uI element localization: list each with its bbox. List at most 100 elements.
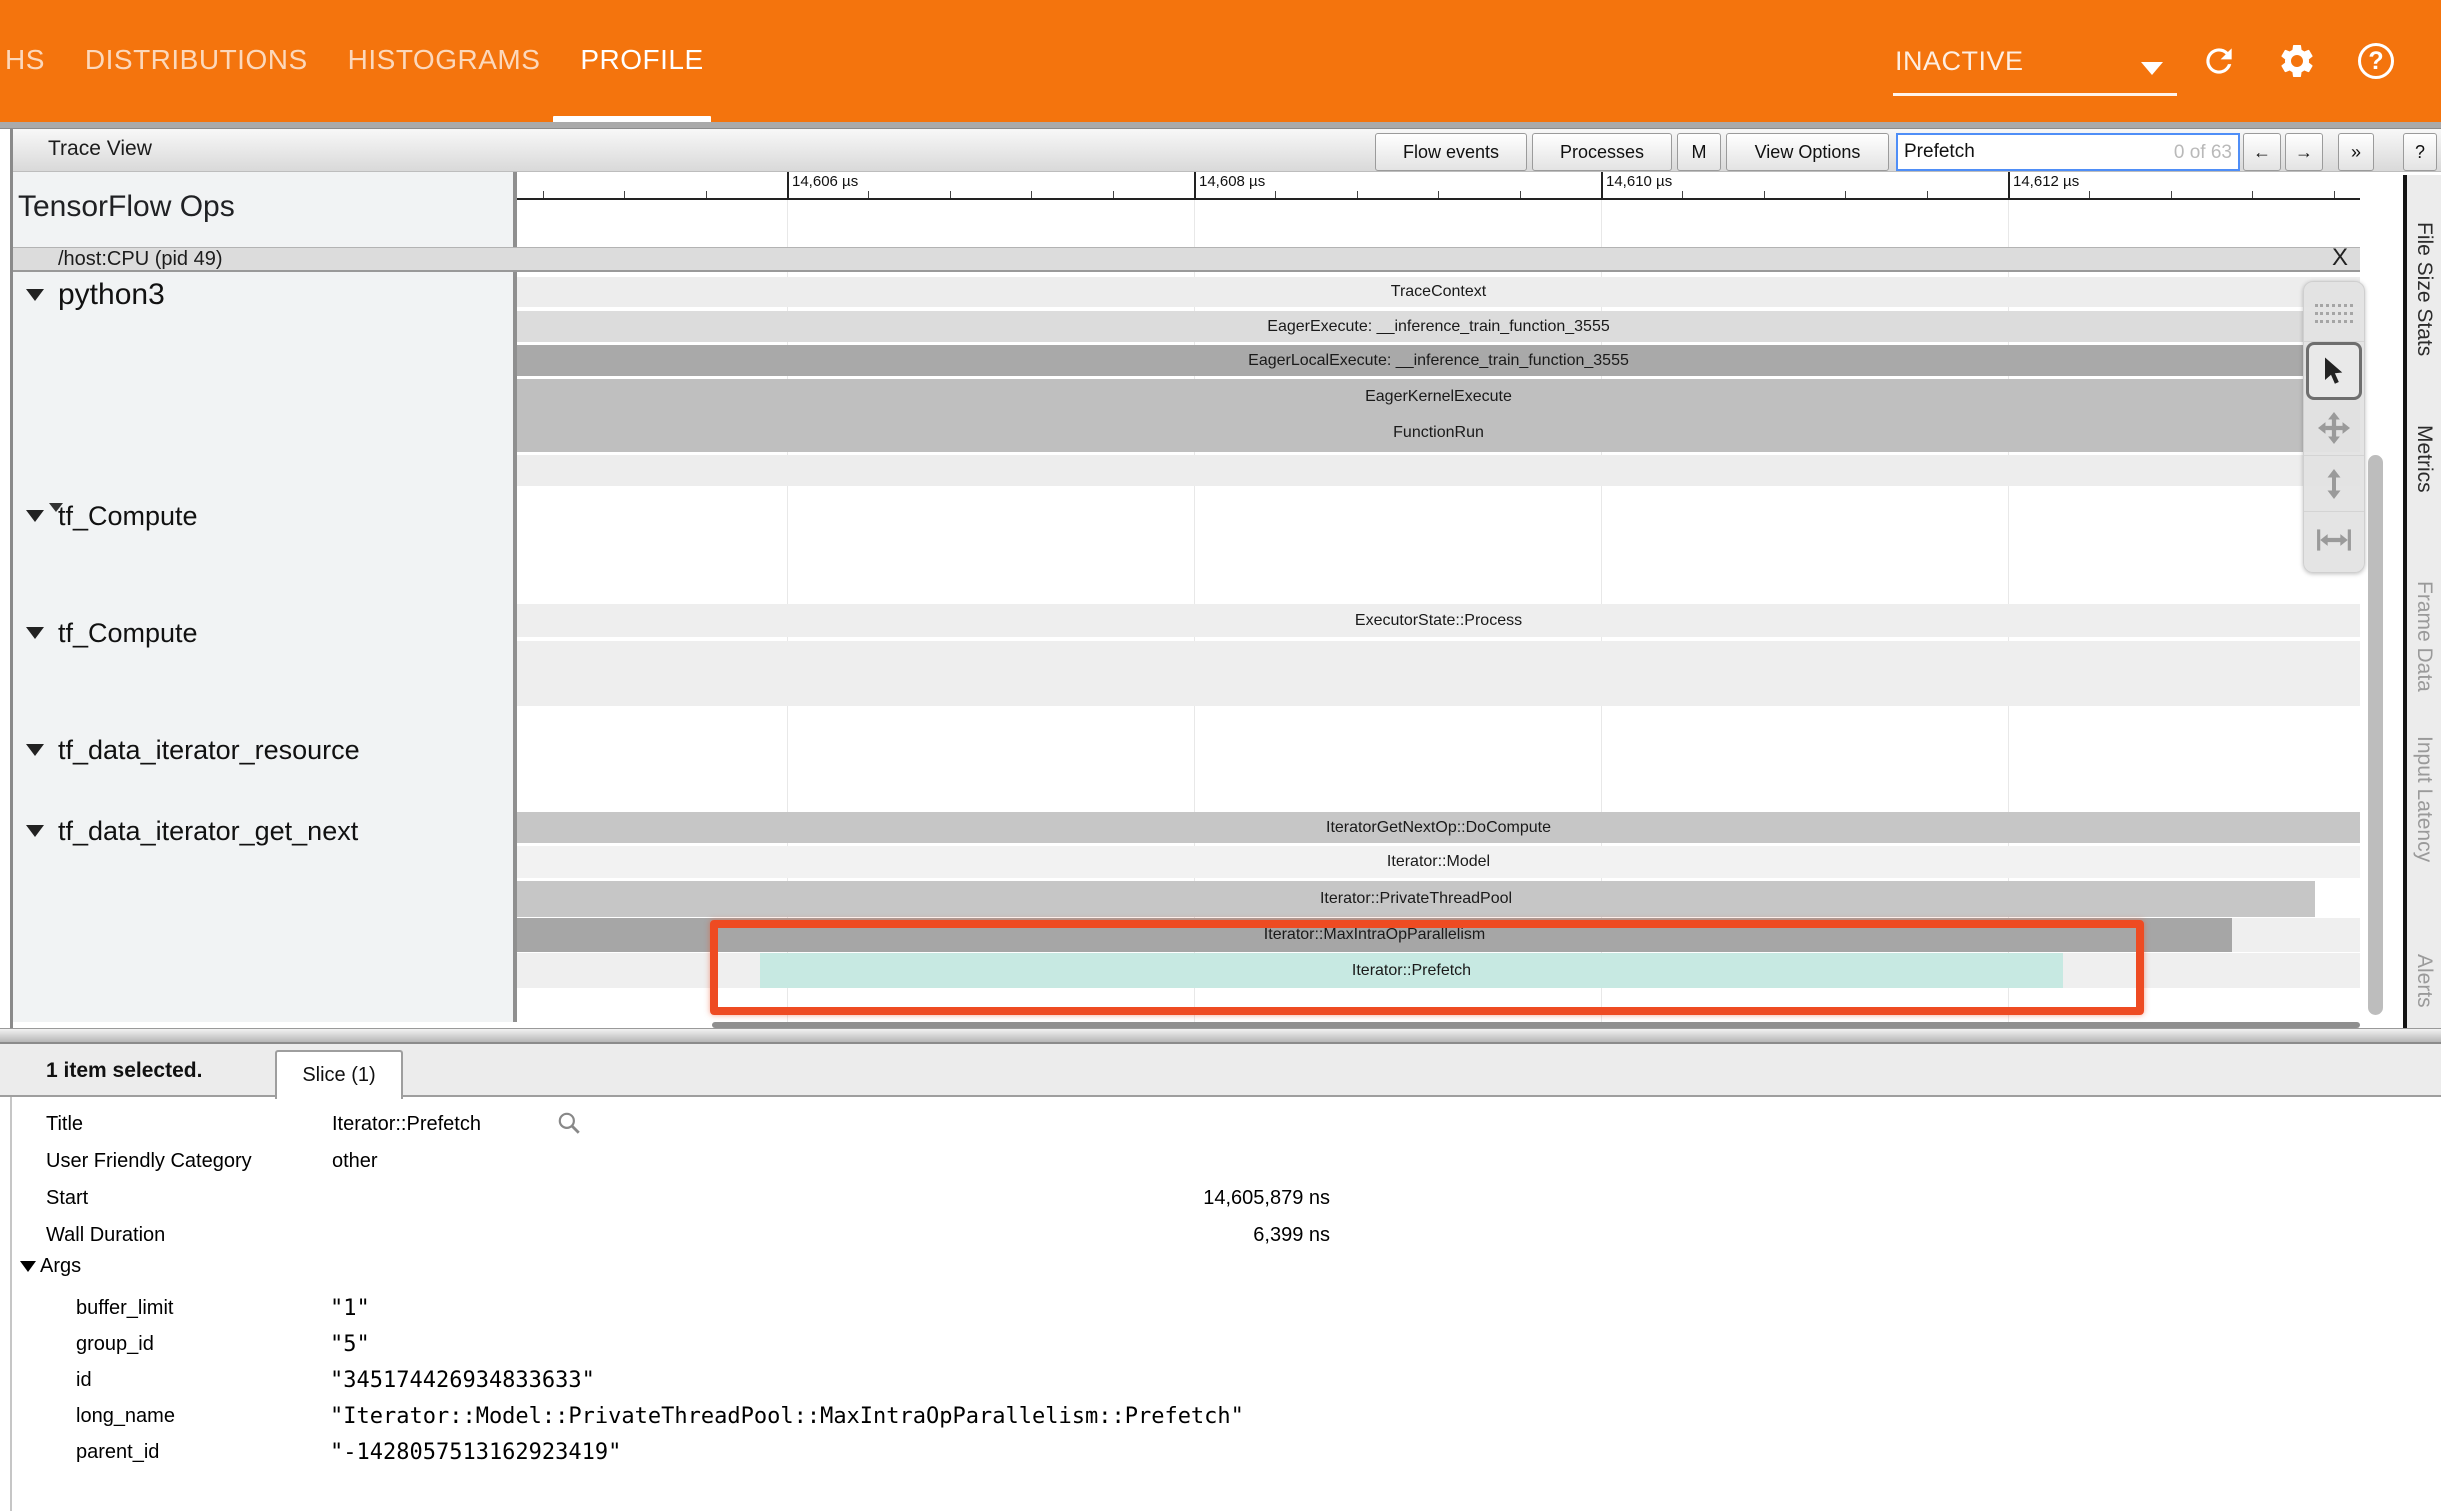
toolbar-button-flow-events[interactable]: Flow events — [1375, 133, 1527, 171]
ruler-tick-minor — [2334, 191, 2335, 198]
trace-event-functionrun[interactable]: FunctionRun — [517, 414, 2360, 452]
collapse-triangle-icon — [26, 627, 44, 639]
trace-help-button[interactable]: ? — [2403, 133, 2437, 171]
detail-label: Wall Duration — [46, 1224, 165, 1247]
sidebar-tab-file-size-stats[interactable]: File Size Stats — [2412, 222, 2436, 356]
refresh-icon[interactable] — [2198, 40, 2240, 82]
arg-key: group_id — [76, 1333, 154, 1356]
close-process-button[interactable]: X — [2332, 244, 2348, 272]
ruler-tick-minor — [1682, 191, 1683, 198]
track-name: tf_data_iterator_get_next — [58, 816, 358, 847]
header-divider — [0, 122, 2441, 129]
collapse-triangle-icon — [26, 744, 44, 756]
arg-value: "5" — [330, 1332, 370, 1357]
vertical-scrollbar[interactable] — [2368, 455, 2383, 1015]
trace-view-title: Trace View — [48, 137, 152, 161]
collapse-triangle-icon — [26, 825, 44, 837]
detail-value: 6,399 ns — [332, 1224, 1330, 1247]
trace-event-executorstate-process[interactable]: ExecutorState::Process — [517, 604, 2360, 637]
ruler-tick-label: 14,610 µs — [1606, 173, 1672, 190]
tool-palette — [2303, 281, 2365, 573]
header-tab-histograms[interactable]: HISTOGRAMS — [348, 44, 541, 76]
ruler-tick-label: 14,608 µs — [1199, 173, 1265, 190]
detail-value: Iterator::Prefetch — [332, 1113, 481, 1136]
arg-value: "Iterator::Model::PrivateThreadPool::Max… — [330, 1404, 1244, 1429]
arg-row-long_name: long_name"Iterator::Model::PrivateThread… — [0, 1398, 2431, 1434]
detail-row-user-friendly-category: User Friendly Category other — [0, 1143, 2431, 1179]
search-box[interactable]: 0 of 63 — [1896, 133, 2240, 171]
detail-label: Start — [46, 1187, 88, 1210]
tool-pan[interactable] — [2304, 400, 2364, 456]
arg-key: parent_id — [76, 1441, 159, 1464]
arg-row-group_id: group_id "5" — [0, 1326, 2431, 1362]
track-name: tf_Compute — [58, 501, 198, 532]
args-header-label: Args — [40, 1255, 81, 1278]
trace-event-label: EagerKernelExecute — [1365, 388, 1512, 406]
tool-timing[interactable] — [2304, 512, 2364, 568]
tool-grip[interactable] — [2304, 286, 2364, 342]
trace-event-label: Iterator::Prefetch — [1352, 962, 1471, 980]
magnifier-icon[interactable] — [556, 1110, 582, 1141]
trace-event-eagerexecute-inference-train-function-3555[interactable]: EagerExecute: __inference_train_function… — [517, 311, 2360, 342]
sidebar-tab-alerts: Alerts — [2412, 954, 2436, 1008]
ruler-baseline — [517, 198, 2360, 200]
search-input[interactable] — [1898, 141, 2148, 163]
trace-event-iterator-maxintraopparallelism[interactable]: Iterator::MaxIntraOpParallelism — [517, 918, 2232, 952]
settings-gear-icon[interactable] — [2276, 40, 2318, 82]
detail-value: other — [332, 1150, 378, 1173]
process-header-label: /host:CPU (pid 49) — [58, 248, 223, 271]
next-result-button[interactable]: → — [2285, 133, 2323, 171]
args-section-header[interactable]: Args — [20, 1255, 81, 1278]
trace-event-label: EagerExecute: __inference_train_function… — [1267, 318, 1609, 336]
trace-event-iteratorgetnextop-docompute[interactable]: IteratorGetNextOp::DoCompute — [517, 812, 2360, 843]
toolbar-button-m[interactable]: M — [1677, 133, 1721, 171]
collapse-triangle-icon — [26, 289, 44, 301]
trace-event-tracecontext[interactable]: TraceContext — [517, 277, 2360, 307]
arg-value: "1" — [330, 1296, 370, 1321]
header-tab-distributions[interactable]: DISTRIBUTIONS — [85, 44, 308, 76]
trace-event-iterator-privatethreadpool[interactable]: Iterator::PrivateThreadPool — [517, 881, 2315, 917]
trace-event-iterator-model[interactable]: Iterator::Model — [517, 846, 2360, 878]
ruler-tick-minor — [1357, 191, 1358, 198]
help-icon[interactable]: ? — [2355, 40, 2397, 82]
header-tab-profile[interactable]: PROFILE — [580, 44, 703, 76]
search-result-count: 0 of 63 — [2174, 142, 2232, 164]
more-button[interactable]: » — [2338, 133, 2374, 171]
trace-event-eagerlocalexecute-inference-train-function-3555[interactable]: EagerLocalExecute: __inference_train_fun… — [517, 345, 2360, 376]
tool-select-active[interactable] — [2306, 342, 2362, 400]
trace-event-label: Iterator::MaxIntraOpParallelism — [1264, 926, 1485, 944]
track-label-tf_data_iterator_get_next-4[interactable]: tf_data_iterator_get_next — [26, 813, 358, 849]
trace-event-eagerkernelexecute[interactable]: EagerKernelExecute — [517, 379, 2360, 414]
panel-splitter[interactable] — [0, 1028, 2441, 1044]
collapse-triangle-icon — [20, 1261, 36, 1272]
trace-row-empty — [517, 641, 2360, 706]
process-header-row[interactable] — [13, 247, 2360, 272]
prev-result-button[interactable]: ← — [2243, 133, 2281, 171]
trace-event-label: Iterator::PrivateThreadPool — [1320, 890, 1512, 908]
track-label-tf_data_iterator_resource-3[interactable]: tf_data_iterator_resource — [26, 732, 360, 768]
tensorboard-profile-page: HS DISTRIBUTIONS HISTOGRAMS PROFILE INACTIV… — [0, 0, 2441, 1511]
sidebar-tab-metrics[interactable]: Metrics — [2412, 425, 2436, 493]
tool-zoom-vertical[interactable] — [2304, 456, 2364, 512]
track-label-tf_Compute-2[interactable]: tf_Compute — [26, 615, 198, 651]
ruler-tick-minor — [543, 191, 544, 198]
track-name: tf_Compute — [58, 618, 198, 649]
track-label-python3-0[interactable]: python3 — [26, 277, 165, 313]
ruler-tick-major — [2008, 172, 2010, 198]
detail-label: User Friendly Category — [46, 1150, 252, 1173]
dropdown-underline — [1893, 93, 2177, 96]
tab-slice[interactable]: Slice (1) — [275, 1050, 403, 1099]
toolbar-button-view-options[interactable]: View Options — [1726, 133, 1889, 171]
trace-event-iterator-prefetch[interactable]: Iterator::Prefetch — [760, 953, 2063, 988]
arg-value: "345174426934833633" — [330, 1368, 595, 1393]
track-label-tf_Compute-1[interactable]: tf_Compute — [26, 498, 198, 534]
trace-event-label: Iterator::Model — [1387, 853, 1490, 871]
chevron-down-icon — [2141, 62, 2163, 75]
trace-event-label: ExecutorState::Process — [1355, 612, 1522, 630]
run-status-dropdown[interactable]: INACTIVE — [1893, 40, 2177, 96]
trace-event-label: FunctionRun — [1393, 424, 1484, 442]
toolbar-button-processes[interactable]: Processes — [1532, 133, 1672, 171]
run-status-value: INACTIVE — [1895, 46, 2024, 77]
detail-value: 14,605,879 ns — [332, 1187, 1330, 1210]
header-tab-hs[interactable]: HS — [5, 44, 45, 76]
